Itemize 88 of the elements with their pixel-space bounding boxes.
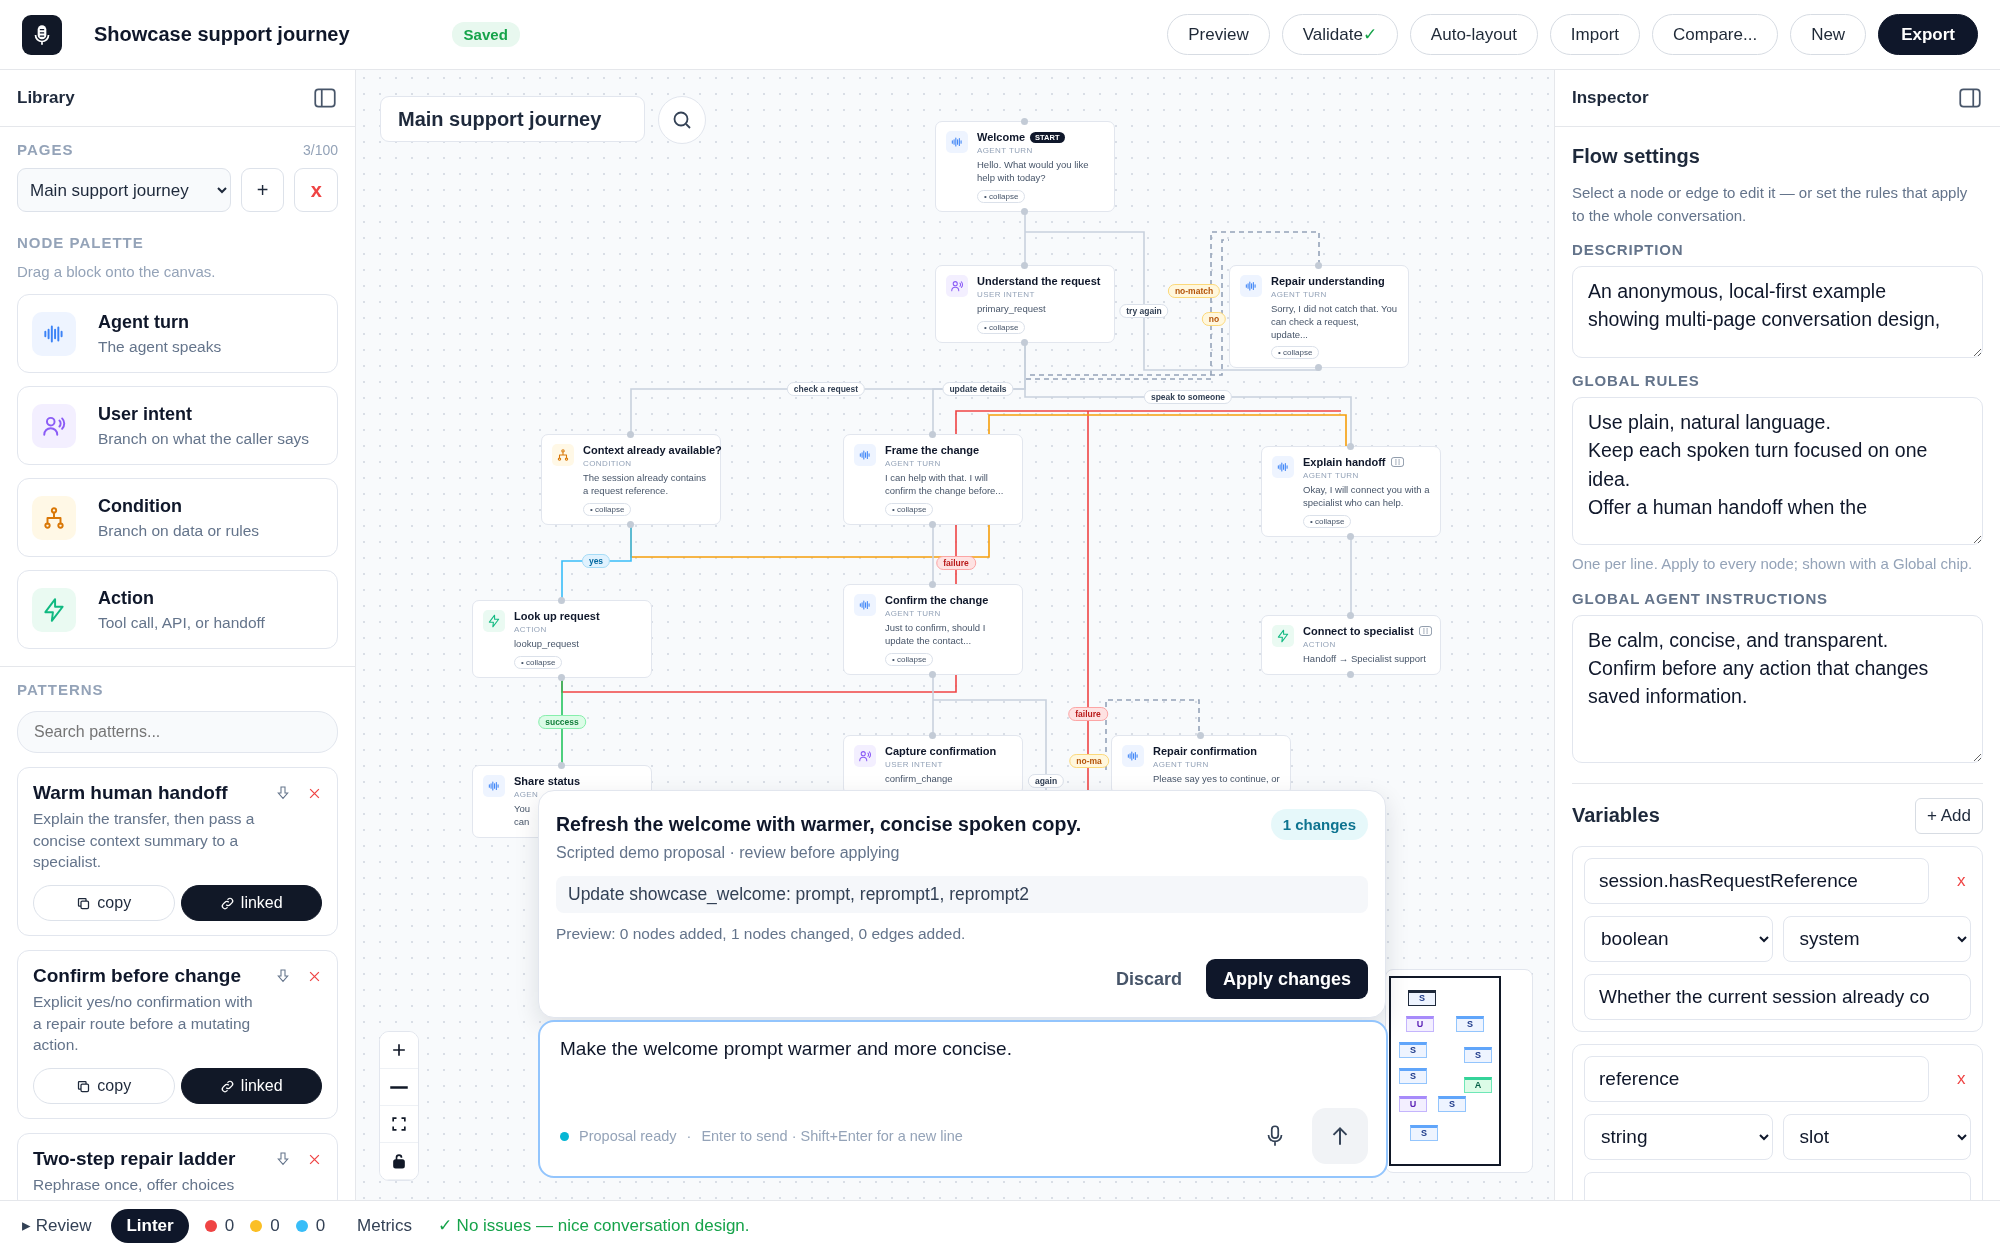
minimap-node: U: [1399, 1096, 1427, 1112]
node-text: Sorry, I did not catch that. You can check a request, update...: [1271, 303, 1398, 342]
node-type-label: AGENT TURN: [885, 459, 941, 468]
section-label: PATTERNS: [17, 681, 105, 698]
pattern-title: Confirm before change: [33, 965, 242, 988]
minimap-node: S: [1410, 1125, 1438, 1141]
minimap-node: A: [1464, 1077, 1492, 1093]
section-label: PAGES: [17, 141, 74, 158]
block-description: The agent speaks: [98, 337, 222, 356]
node-text: I can help with that. I will confirm the change before...: [885, 472, 1005, 498]
node-type-label: ACTION: [514, 625, 547, 634]
node-title: Context already available?: [583, 444, 722, 456]
saved-badge: Saved: [451, 22, 520, 47]
minimap-node: U: [1406, 1016, 1434, 1032]
node-type-label: AGEN: [514, 790, 539, 799]
block-title: User intent: [98, 403, 194, 425]
document-title: Showcase support journey: [94, 23, 350, 46]
minimap-node: S: [1456, 1016, 1484, 1032]
issue-count: 0: [224, 1215, 235, 1236]
pattern-description: Rephrase once, offer choices: [33, 1175, 236, 1196]
node-type-label: AGENT TURN: [885, 609, 941, 618]
field-hint: One per line. Apply to every node; shown with a Global chip.: [1572, 554, 1974, 574]
node-text: The session already contains a request reference.: [583, 472, 708, 498]
node-type-label: AGENT TURN: [1303, 471, 1359, 480]
node-title: Understand the request: [977, 275, 1101, 287]
node-title: Connect to specialist: [1303, 625, 1414, 637]
field-label: GLOBAL RULES: [1572, 372, 1701, 389]
node-title: Look up request: [514, 610, 600, 622]
node-type-label: ACTION: [1303, 640, 1336, 649]
node-title: Welcome: [977, 131, 1026, 143]
issue-count: 0: [270, 1215, 280, 1236]
node-type-label: CONDITION: [583, 459, 632, 468]
block-description: Branch on what the caller says: [98, 429, 310, 448]
node-text: Hello. What would you like help with today?: [977, 159, 1090, 185]
keyboard-hint: Enter to send · Shift+Enter for a new line: [701, 1128, 963, 1144]
node-text: confirm_change: [885, 773, 953, 786]
pattern-description: Explain the transfer, then pass a concise context summary to a specialist.: [33, 809, 256, 873]
section-heading: Variables: [1572, 804, 1660, 827]
node-title: Repair understanding: [1271, 275, 1385, 287]
minimap-node: S: [1464, 1047, 1492, 1063]
preview-summary: Preview: 0 nodes added, 1 nodes changed, 0 edges added.: [556, 925, 967, 943]
node-type-label: AGENT TURN: [977, 146, 1033, 155]
lint-message: ✓ No issues — nice conversation design.: [437, 1215, 750, 1236]
node-title: Confirm the change: [885, 594, 989, 606]
proposal-title: Refresh the welcome with warmer, concise spoken copy.: [556, 813, 1082, 836]
block-description: Tool call, API, or handoff: [98, 613, 265, 632]
issue-count: 0: [315, 1215, 326, 1236]
node-text: Please say yes to continue, or: [1153, 773, 1280, 786]
node-type-label: AGENT TURN: [1153, 760, 1209, 769]
pattern-description: Explicit yes/no confirmation with a repair route before a mutating action.: [33, 992, 254, 1056]
status-text: Proposal ready: [579, 1128, 677, 1144]
changes-badge: 1 changes: [1270, 809, 1368, 840]
node-type-label: USER INTENT: [885, 760, 943, 769]
proposal-subtitle: Scripted demo proposal · review before applying: [556, 844, 901, 862]
node-text: Just to confirm, should I update the contact...: [885, 622, 987, 648]
block-title: Agent turn: [98, 311, 190, 333]
node-title: Explain handoff: [1303, 456, 1386, 468]
node-text: primary_request: [977, 303, 1046, 316]
page-count: 3/100: [302, 141, 338, 158]
section-heading: Flow settings: [1572, 145, 1701, 168]
pattern-title: Two-step repair ladder: [33, 1148, 237, 1171]
separator: ·: [686, 1128, 692, 1144]
node-text: Handoff → Specialist support: [1303, 653, 1426, 666]
field-label: GLOBAL AGENT INSTRUCTIONS: [1572, 589, 1829, 607]
node-title: Share status: [514, 775, 581, 787]
node-title: Frame the change: [885, 444, 980, 456]
node-text: You can: [514, 803, 531, 829]
block-description: Branch on data or rules: [98, 521, 260, 540]
block-title: Condition: [98, 495, 183, 517]
minimap-node: S: [1399, 1042, 1427, 1058]
minimap-node: S: [1438, 1096, 1466, 1112]
node-title: Repair confirmation: [1153, 745, 1257, 757]
field-label: DESCRIPTION: [1572, 241, 1685, 258]
change-item: Update showcase_welcome: prompt, reprompt1, reprompt2: [556, 876, 1368, 913]
panel-title: Library: [17, 88, 75, 108]
help-text: Select a node or edge to edit it — or set the rules that apply to the whole conversation.: [1572, 183, 1969, 226]
panel-title: Inspector: [1572, 88, 1649, 108]
minimap-node: S: [1399, 1068, 1427, 1084]
node-type-label: USER INTENT: [977, 290, 1035, 299]
block-title: Action: [98, 587, 155, 609]
node-title: Capture confirmation: [885, 745, 997, 757]
node-text: Okay, I will connect you with a specialist who can help.: [1303, 484, 1430, 510]
node-type-label: AGENT TURN: [1271, 290, 1327, 299]
section-label: NODE PALETTE: [17, 234, 145, 251]
minimap-node: S: [1408, 990, 1436, 1006]
palette-hint: Drag a block onto the canvas.: [17, 263, 217, 280]
node-text: lookup_request: [514, 638, 579, 651]
pattern-title: Warm human handoff: [33, 782, 229, 804]
